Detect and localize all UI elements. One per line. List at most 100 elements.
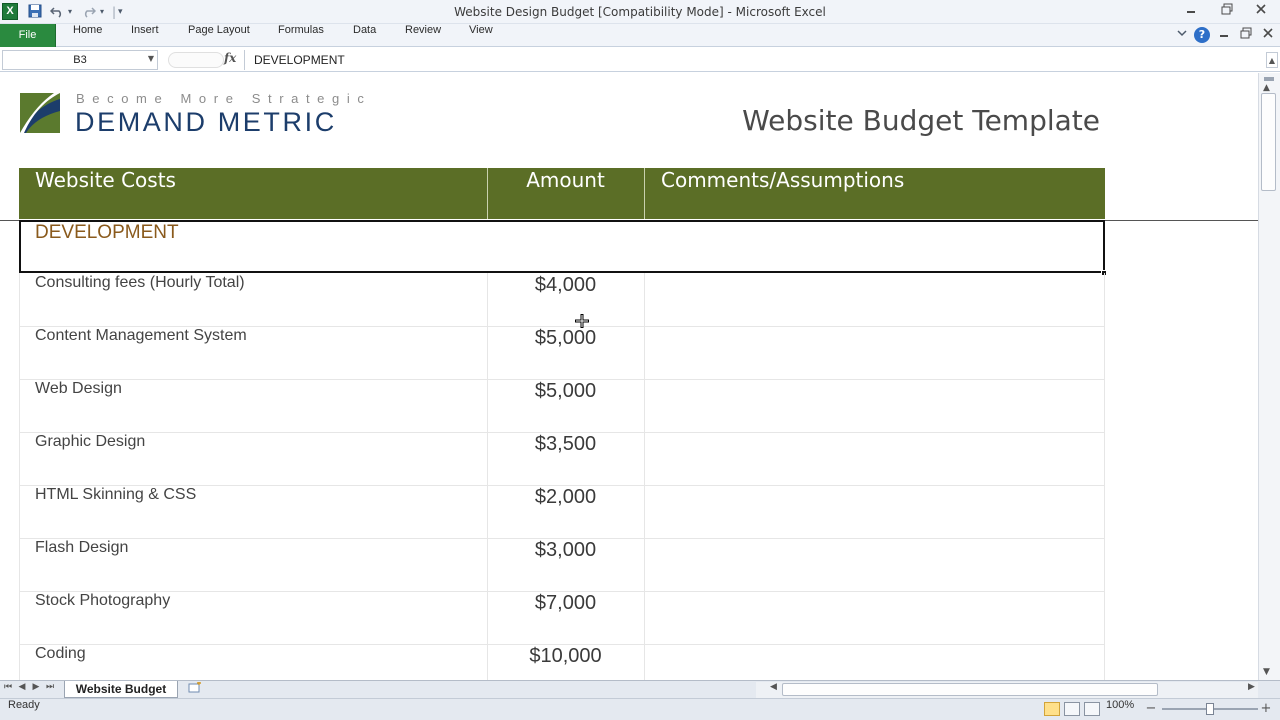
header-amount[interactable]: Amount bbox=[487, 168, 644, 219]
comment-cell[interactable] bbox=[645, 274, 1105, 327]
comment-cell[interactable] bbox=[645, 539, 1105, 592]
horizontal-scroll-thumb[interactable] bbox=[782, 683, 1158, 696]
tab-file[interactable]: File bbox=[0, 24, 56, 47]
help-icon[interactable]: ? bbox=[1194, 27, 1210, 43]
header-comments[interactable]: Comments/Assumptions bbox=[661, 168, 904, 219]
page-layout-view-icon[interactable] bbox=[1064, 702, 1080, 716]
cost-cell[interactable]: Graphic Design bbox=[35, 433, 145, 486]
status-mode: Ready bbox=[8, 699, 40, 711]
workbook-close-icon[interactable] bbox=[1260, 27, 1276, 43]
name-box[interactable]: B3 bbox=[2, 50, 158, 70]
insert-function-icon[interactable]: fx bbox=[224, 51, 236, 65]
tab-formulas[interactable]: Formulas bbox=[278, 24, 324, 47]
normal-view-icon[interactable] bbox=[1044, 702, 1060, 716]
tab-review[interactable]: Review bbox=[405, 24, 441, 47]
amount-cell[interactable]: $4,000 bbox=[487, 274, 644, 327]
cost-cell[interactable]: Flash Design bbox=[35, 539, 128, 592]
comment-cell[interactable] bbox=[645, 327, 1105, 380]
tab-page-layout[interactable]: Page Layout bbox=[188, 24, 250, 47]
excel-window: Website Design Budget [Compatibility Mod… bbox=[0, 0, 1280, 720]
title-bar: Website Design Budget [Compatibility Mod… bbox=[0, 0, 1280, 24]
amount-cell[interactable]: $10,000 bbox=[487, 645, 644, 680]
amount-cell[interactable]: $7,000 bbox=[487, 592, 644, 645]
minimize-ribbon-icon[interactable] bbox=[1174, 27, 1190, 43]
next-sheet-icon[interactable]: ▶ bbox=[30, 682, 42, 692]
logo-tagline: Become More Strategic bbox=[76, 91, 372, 106]
prev-sheet-icon[interactable]: ◀ bbox=[16, 682, 28, 692]
redo-dropdown-icon[interactable]: ▾ bbox=[100, 4, 104, 20]
comment-cell[interactable] bbox=[645, 645, 1105, 680]
zoom-level[interactable]: 100% bbox=[1106, 699, 1134, 711]
vertical-scroll-thumb[interactable] bbox=[1261, 93, 1276, 191]
amount-cell[interactable]: $3,500 bbox=[487, 433, 644, 486]
worksheet-grid[interactable]: Become More Strategic DEMAND METRIC Webs… bbox=[0, 73, 1258, 680]
split-box[interactable] bbox=[1264, 77, 1274, 81]
last-sheet-icon[interactable]: ⏭ bbox=[44, 682, 56, 692]
excel-app-icon[interactable]: X bbox=[2, 3, 18, 20]
table-row[interactable]: HTML Skinning & CSS $2,000 bbox=[19, 486, 1105, 539]
workbook-minimize-icon[interactable] bbox=[1216, 27, 1232, 43]
amount-cell[interactable]: $2,000 bbox=[487, 486, 644, 539]
sheet-tab-bar: ⏮ ◀ ▶ ⏭ Website Budget ◀ ▶ bbox=[0, 680, 1280, 698]
table-row[interactable]: Coding $10,000 bbox=[19, 645, 1105, 680]
name-box-dropdown-icon[interactable]: ▼ bbox=[145, 50, 157, 68]
ribbon-tabs: File Home Insert Page Layout Formulas Da… bbox=[0, 24, 1280, 47]
page-break-preview-icon[interactable] bbox=[1084, 702, 1100, 716]
scroll-up-icon[interactable]: ▲ bbox=[1263, 83, 1270, 93]
undo-dropdown-icon[interactable]: ▾ bbox=[68, 4, 72, 20]
restore-icon[interactable] bbox=[1212, 2, 1242, 20]
scroll-right-icon[interactable]: ▶ bbox=[1248, 682, 1255, 692]
comment-cell[interactable] bbox=[645, 433, 1105, 486]
zoom-out-icon[interactable]: − bbox=[1144, 699, 1158, 719]
table-row[interactable]: Flash Design $3,000 bbox=[19, 539, 1105, 592]
table-row[interactable]: Stock Photography $7,000 bbox=[19, 592, 1105, 645]
table-row[interactable]: Web Design $5,000 bbox=[19, 380, 1105, 433]
tab-insert[interactable]: Insert bbox=[131, 24, 159, 47]
cost-cell[interactable]: HTML Skinning & CSS bbox=[35, 486, 196, 539]
header-website-costs[interactable]: Website Costs bbox=[35, 168, 176, 219]
redo-icon[interactable] bbox=[82, 4, 97, 20]
first-sheet-icon[interactable]: ⏮ bbox=[2, 682, 14, 692]
cost-cell[interactable]: Consulting fees (Hourly Total) bbox=[35, 274, 245, 327]
scroll-down-icon[interactable]: ▼ bbox=[1263, 667, 1270, 677]
move-cursor-icon bbox=[575, 314, 589, 328]
tab-data[interactable]: Data bbox=[353, 24, 376, 47]
comment-cell[interactable] bbox=[645, 486, 1105, 539]
comment-cell[interactable] bbox=[645, 592, 1105, 645]
zoom-slider-thumb[interactable] bbox=[1206, 703, 1214, 715]
selected-cell-section-development[interactable]: DEVELOPMENT bbox=[19, 220, 1105, 273]
qat-separator: | bbox=[112, 5, 117, 19]
amount-cell[interactable]: $3,000 bbox=[487, 539, 644, 592]
zoom-in-icon[interactable]: + bbox=[1259, 699, 1273, 719]
workbook-restore-icon[interactable] bbox=[1238, 27, 1254, 43]
tab-home[interactable]: Home bbox=[73, 24, 102, 47]
cost-cell[interactable]: Web Design bbox=[35, 380, 122, 433]
tab-view[interactable]: View bbox=[469, 24, 493, 47]
amount-cell[interactable]: $5,000 bbox=[487, 380, 644, 433]
customize-qat-icon[interactable]: ▾ bbox=[118, 4, 123, 20]
header-divider bbox=[644, 168, 645, 219]
undo-icon[interactable] bbox=[49, 4, 64, 20]
table-header[interactable]: Website Costs Amount Comments/Assumption… bbox=[19, 168, 1105, 219]
expand-formula-bar-icon[interactable]: ▲ bbox=[1266, 52, 1278, 68]
vertical-scrollbar[interactable]: ▲ ▼ bbox=[1258, 73, 1280, 680]
close-icon[interactable] bbox=[1246, 2, 1276, 20]
sheet-tab-website-budget[interactable]: Website Budget bbox=[64, 681, 178, 698]
cost-cell[interactable]: Content Management System bbox=[35, 327, 247, 380]
cost-cell[interactable]: Coding bbox=[35, 645, 86, 680]
table-row[interactable]: Consulting fees (Hourly Total) $4,000 bbox=[19, 274, 1105, 327]
section-label: DEVELOPMENT bbox=[35, 222, 179, 243]
table-row[interactable]: Content Management System $5,000 bbox=[19, 327, 1105, 380]
insert-worksheet-icon[interactable] bbox=[184, 681, 206, 697]
demand-metric-logo: Become More Strategic DEMAND METRIC bbox=[18, 91, 438, 139]
formula-input[interactable]: DEVELOPMENT bbox=[244, 50, 1264, 70]
save-icon[interactable] bbox=[28, 4, 42, 20]
amount-cell[interactable]: $5,000 bbox=[487, 327, 644, 380]
cost-cell[interactable]: Stock Photography bbox=[35, 592, 170, 645]
horizontal-scrollbar[interactable]: ◀ ▶ bbox=[756, 682, 1258, 698]
sheet-title: Website Budget Template bbox=[742, 104, 1100, 137]
scroll-left-icon[interactable]: ◀ bbox=[770, 682, 777, 692]
minimize-icon[interactable] bbox=[1176, 2, 1206, 20]
table-row[interactable]: Graphic Design $3,500 bbox=[19, 433, 1105, 486]
comment-cell[interactable] bbox=[645, 380, 1105, 433]
